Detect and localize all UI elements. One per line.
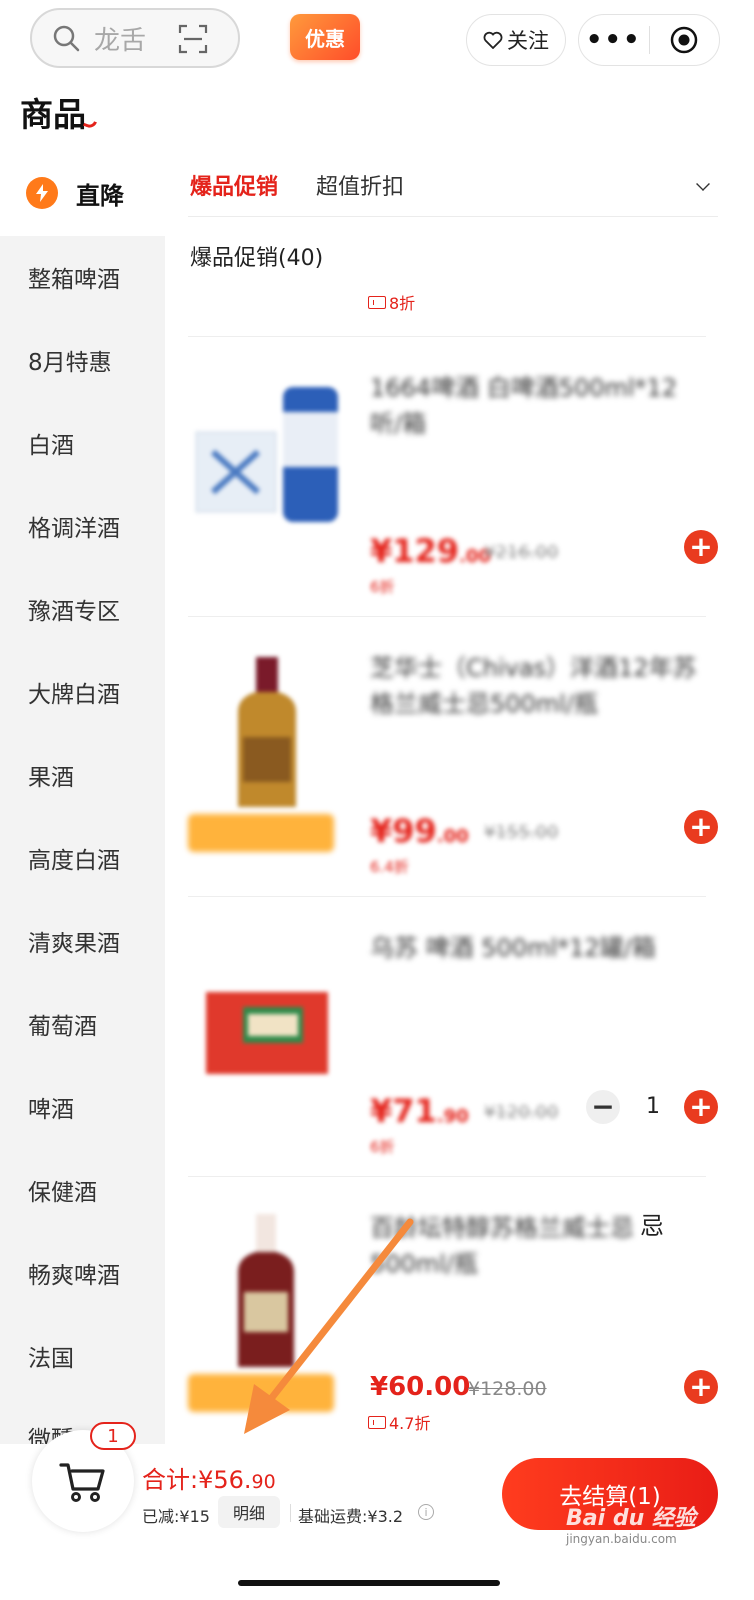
product-original-price: ¥120.00 [484,1102,559,1123]
follow-label: 关注 [507,29,549,53]
product-price: ¥60.00 [370,1372,471,1402]
product-image [188,1192,338,1392]
add-to-cart-button[interactable]: + [684,530,718,564]
sidebar-item[interactable]: 保健酒 [28,1173,163,1207]
watermark: Bai du 经验 [566,1506,696,1531]
add-to-cart-button[interactable]: + [684,810,718,844]
search-input[interactable]: 龙舌 [30,8,240,68]
product-image [188,352,338,552]
more-icon[interactable]: ••• [579,25,649,55]
search-icon [53,25,80,52]
follow-button[interactable]: 关注 [466,14,566,66]
lightning-icon [26,177,58,209]
home-indicator [238,1580,500,1586]
quantity-value: 1 [646,1094,660,1119]
product-image [188,912,338,1112]
product-price: ¥71.90 [370,1092,469,1130]
sidebar-item[interactable]: 法国 [28,1339,163,1373]
detail-button[interactable]: 明细 [218,1496,280,1528]
watermark-url: jingyan.baidu.com [566,1532,677,1546]
cart-total: 合计:¥56.90 [142,1466,276,1494]
divider [188,896,706,897]
product-original-price: ¥216.00 [484,542,559,563]
sidebar-item[interactable]: 啤酒 [28,1090,163,1124]
decrease-quantity-button[interactable]: − [586,1090,620,1124]
heart-icon [483,31,503,49]
sidebar-item[interactable]: 葡萄酒 [28,1007,163,1041]
search-placeholder: 龙舌 [94,25,147,56]
group-discount-tag: 8折 [368,290,415,314]
divider [188,336,706,337]
product-price: ¥129.00 [370,532,491,570]
add-to-cart-button[interactable]: + [684,1370,718,1404]
product-label-strip [188,814,334,852]
coupon-icon [368,1415,386,1429]
promo-badge[interactable]: 优惠 [290,14,360,60]
info-icon[interactable]: i [418,1504,434,1520]
shipping-fee: 基础运费:¥3.2 [298,1507,404,1526]
chevron-down-icon[interactable] [696,177,710,191]
tab-discount[interactable]: 超值折扣 [316,169,404,201]
cart-count-badge: 1 [90,1422,136,1450]
product-title-tail: 忌 [640,1212,664,1240]
product-label-strip [188,1374,334,1412]
cart-icon [59,1463,105,1502]
scan-icon[interactable] [178,24,208,54]
product-card[interactable]: 1664啤酒 白啤酒500ml*12听/箱 ¥129.00 ¥216.00 6折… [188,342,728,622]
product-price: ¥99.00 [370,812,469,850]
product-discount: 6.4折 [370,858,409,876]
product-card[interactable]: 芝华士（Chivas）洋酒12年苏格兰威士忌500ml/瓶 ¥99.00 ¥15… [188,622,728,902]
subcategory-tabs: 爆品促销 超值折扣 [188,165,718,217]
add-to-cart-button[interactable]: + [684,1090,718,1124]
product-discount: 6折 [370,1138,395,1156]
product-title: 乌苏 啤酒 500ml*12罐/箱 [370,934,656,962]
sidebar-item[interactable]: 整箱啤酒 [28,260,163,294]
sidebar-item[interactable]: 果酒 [28,758,163,792]
divider [290,1504,291,1522]
sidebar-item[interactable]: 白酒 [28,426,163,460]
product-image [188,632,338,832]
tab-hot-promo[interactable]: 爆品促销 [190,169,278,201]
product-card[interactable]: 乌苏 啤酒 500ml*12罐/箱 ¥71.90 ¥120.00 6折 − 1 … [188,902,728,1182]
coupon-icon [368,295,386,309]
product-discount: 6折 [370,578,395,596]
mini-program-capsule: ••• [578,14,720,66]
divider [188,1176,706,1177]
cart-saved: 已减:¥15 [142,1507,210,1526]
sidebar-item[interactable]: 8月特惠 [28,343,163,377]
sidebar-item-label: 直降 [76,181,124,210]
sidebar-item-active[interactable]: 直降 [0,150,165,236]
sidebar-item[interactable]: 高度白酒 [28,841,163,875]
group-header: 爆品促销(40) [190,246,324,271]
close-target-icon[interactable] [650,25,720,55]
product-discount-label: 4.7折 [389,1414,431,1433]
product-title: 芝华士（Chivas）洋酒12年苏格兰威士忌500ml/瓶 [370,654,697,718]
sidebar-item[interactable]: 大牌白酒 [28,675,163,709]
group-discount-label: 8折 [389,294,416,313]
product-discount: 4.7折 [368,1410,430,1434]
product-original-price: ¥128.00 [468,1378,547,1400]
product-title: 1664啤酒 白啤酒500ml*12听/箱 [370,374,678,438]
sidebar-item[interactable]: 畅爽啤酒 [28,1256,163,1290]
sidebar-item[interactable]: 豫酒专区 [28,592,163,626]
sidebar-item[interactable]: 格调洋酒 [28,509,163,543]
page-title: 商品 [20,88,98,136]
product-original-price: ¥155.00 [484,822,559,843]
sidebar-item[interactable]: 清爽果酒 [28,924,163,958]
divider [188,616,706,617]
